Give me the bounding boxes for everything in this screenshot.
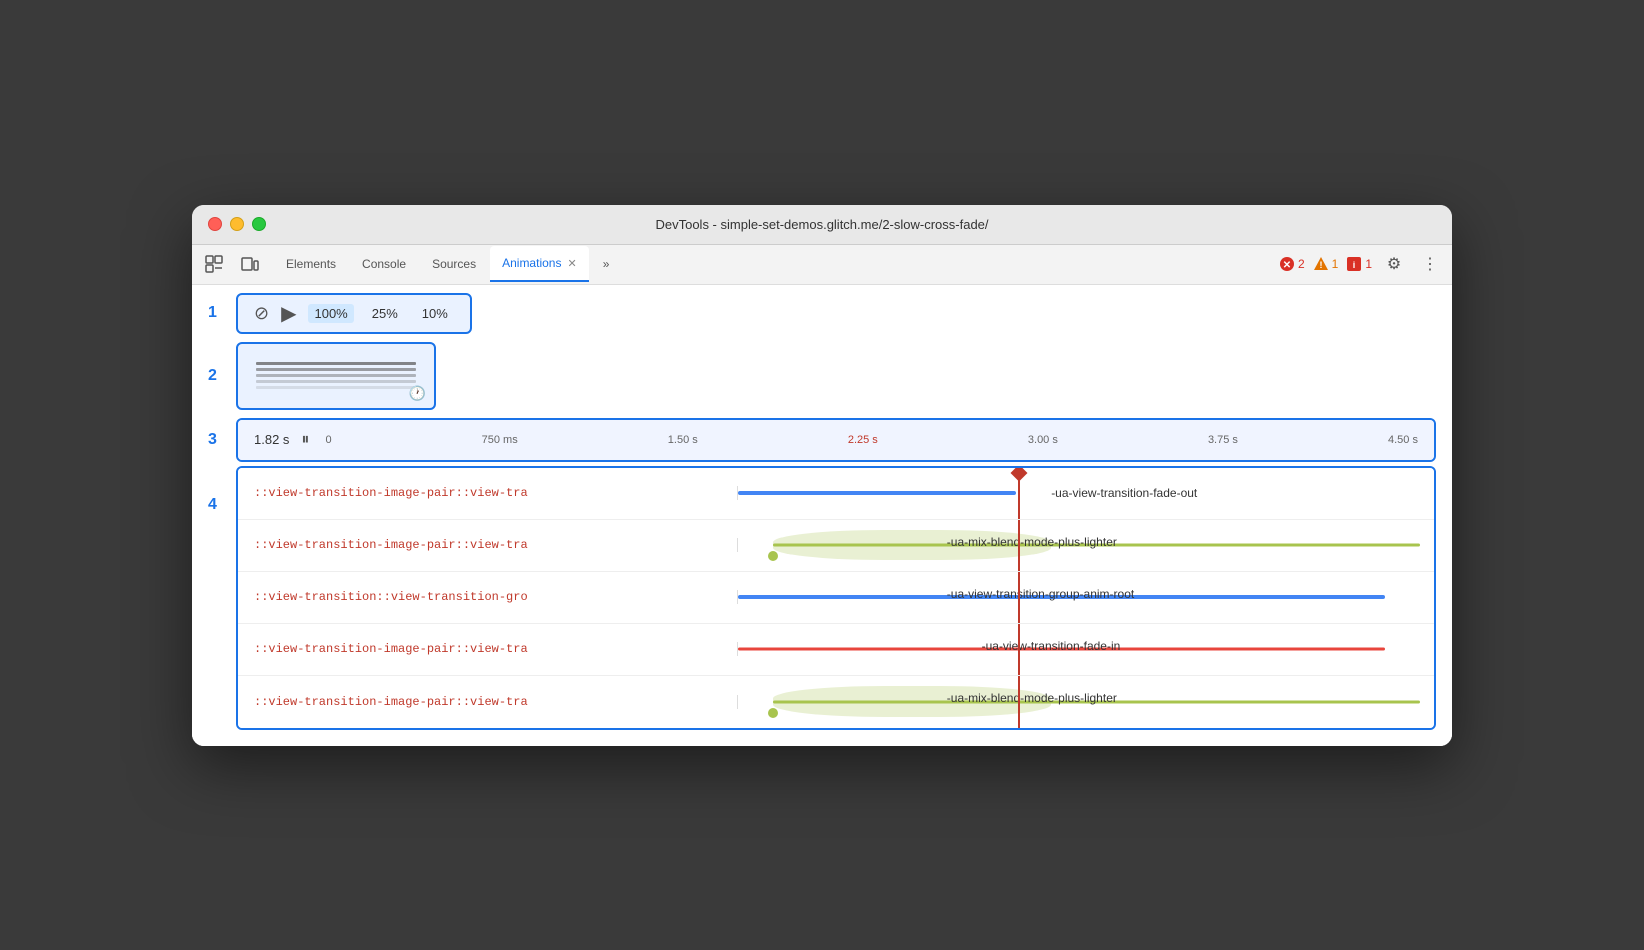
row-5-track: -ua-mix-blend-mode-plus-lighter (738, 676, 1434, 728)
device-toggle-icon[interactable] (236, 250, 264, 278)
pause-icon[interactable]: ⏸ (301, 431, 309, 449)
tab-elements[interactable]: Elements (274, 246, 348, 282)
timeline-header: 1.82 s ⏸ 0 750 ms 1.50 s 2.25 s 3.00 s 3… (238, 420, 1434, 460)
row-4-label: ::view-transition-image-pair::view-tra (238, 642, 738, 656)
diamond-marker (1011, 468, 1028, 481)
playhead-row1 (1018, 468, 1020, 519)
svg-text:✕: ✕ (1283, 260, 1291, 271)
row-3-anim-label: -ua-view-transition-group-anim-root (947, 587, 1134, 601)
row-5-label: ::view-transition-image-pair::view-tra (238, 695, 738, 709)
row-2-dot (768, 551, 778, 561)
tab-bar-icons (200, 250, 264, 278)
close-button[interactable] (208, 217, 222, 231)
clear-icon[interactable]: ⊘ (254, 303, 269, 324)
speed-25-btn[interactable]: 25% (366, 304, 404, 323)
row-2-track: -ua-mix-blend-mode-plus-lighter (738, 520, 1434, 571)
window-title: DevTools - simple-set-demos.glitch.me/2-… (655, 217, 988, 232)
controls-section: ⊘ ▶ 100% 25% 10% (236, 293, 472, 334)
section-label-1: 1 (208, 304, 236, 322)
tab-bar: Elements Console Sources Animations ✕ » … (192, 245, 1452, 285)
row-2-anim-label: -ua-mix-blend-mode-plus-lighter (947, 535, 1117, 549)
tab-close-icon[interactable]: ✕ (567, 257, 576, 270)
warn-badge[interactable]: ! 1 (1313, 256, 1339, 272)
animation-clock-icon: 🕐 (409, 385, 426, 402)
tab-sources[interactable]: Sources (420, 246, 488, 282)
timeline-ticks: 0 750 ms 1.50 s 2.25 s 3.00 s 3.75 s 4.5… (325, 434, 1418, 446)
tab-bar-right: ✕ 2 ! 1 i 1 ⚙ ⋮ (1279, 250, 1444, 278)
animation-preview-lines (256, 362, 416, 389)
more-options-icon[interactable]: ⋮ (1416, 250, 1444, 278)
row-5-anim-label: -ua-mix-blend-mode-plus-lighter (947, 691, 1117, 705)
table-row: ::view-transition-image-pair::view-tra -… (238, 520, 1434, 572)
playhead-row2 (1018, 520, 1020, 571)
anim-line-1 (256, 362, 416, 365)
anim-line-2 (256, 368, 416, 371)
inspector-icon[interactable] (200, 250, 228, 278)
minimize-button[interactable] (230, 217, 244, 231)
svg-text:!: ! (1319, 260, 1322, 270)
tab-animations[interactable]: Animations ✕ (490, 246, 589, 282)
traffic-lights (208, 217, 266, 231)
row-4-anim-label: -ua-view-transition-fade-in (982, 639, 1121, 653)
anim-line-5 (256, 386, 416, 389)
section-label-2: 2 (208, 367, 236, 385)
info-badge[interactable]: i 1 (1346, 256, 1372, 272)
row-5-dot (768, 708, 778, 718)
animation-preview: 🕐 (236, 342, 436, 410)
section-label-4: 4 (208, 466, 236, 514)
row-1-track: -ua-view-transition-fade-out (738, 468, 1434, 519)
row-1-bar (738, 491, 1016, 495)
tab-console[interactable]: Console (350, 246, 418, 282)
tab-more[interactable]: » (591, 246, 622, 282)
animation-rows-container: ::view-transition-image-pair::view-tra -… (236, 466, 1436, 730)
playhead-row3 (1018, 572, 1020, 623)
anim-line-3 (256, 374, 416, 377)
row-3-label: ::view-transition::view-transition-gro (238, 590, 738, 604)
table-row: ::view-transition-image-pair::view-tra -… (238, 676, 1434, 728)
row-1-anim-label: -ua-view-transition-fade-out (1051, 486, 1197, 500)
table-row: ::view-transition::view-transition-gro -… (238, 572, 1434, 624)
maximize-button[interactable] (252, 217, 266, 231)
anim-line-4 (256, 380, 416, 383)
speed-10-btn[interactable]: 10% (416, 304, 454, 323)
play-icon[interactable]: ▶ (281, 301, 296, 326)
speed-100-btn[interactable]: 100% (308, 304, 353, 323)
table-row: ::view-transition-image-pair::view-tra -… (238, 624, 1434, 676)
devtools-window: DevTools - simple-set-demos.glitch.me/2-… (192, 205, 1452, 746)
error-badge[interactable]: ✕ 2 (1279, 256, 1305, 272)
time-display: 1.82 s (254, 432, 289, 447)
row-3-track: -ua-view-transition-group-anim-root (738, 572, 1434, 623)
row-4-track: -ua-view-transition-fade-in (738, 624, 1434, 675)
devtools-body: Elements Console Sources Animations ✕ » … (192, 245, 1452, 746)
playhead-row5 (1018, 676, 1020, 728)
svg-text:i: i (1353, 260, 1356, 270)
title-bar: DevTools - simple-set-demos.glitch.me/2-… (192, 205, 1452, 245)
settings-icon[interactable]: ⚙ (1380, 250, 1408, 278)
section-label-3: 3 (208, 431, 236, 449)
table-row: ::view-transition-image-pair::view-tra -… (238, 468, 1434, 520)
row-2-label: ::view-transition-image-pair::view-tra (238, 538, 738, 552)
playhead-row4 (1018, 624, 1020, 675)
row-1-label: ::view-transition-image-pair::view-tra (238, 486, 738, 500)
